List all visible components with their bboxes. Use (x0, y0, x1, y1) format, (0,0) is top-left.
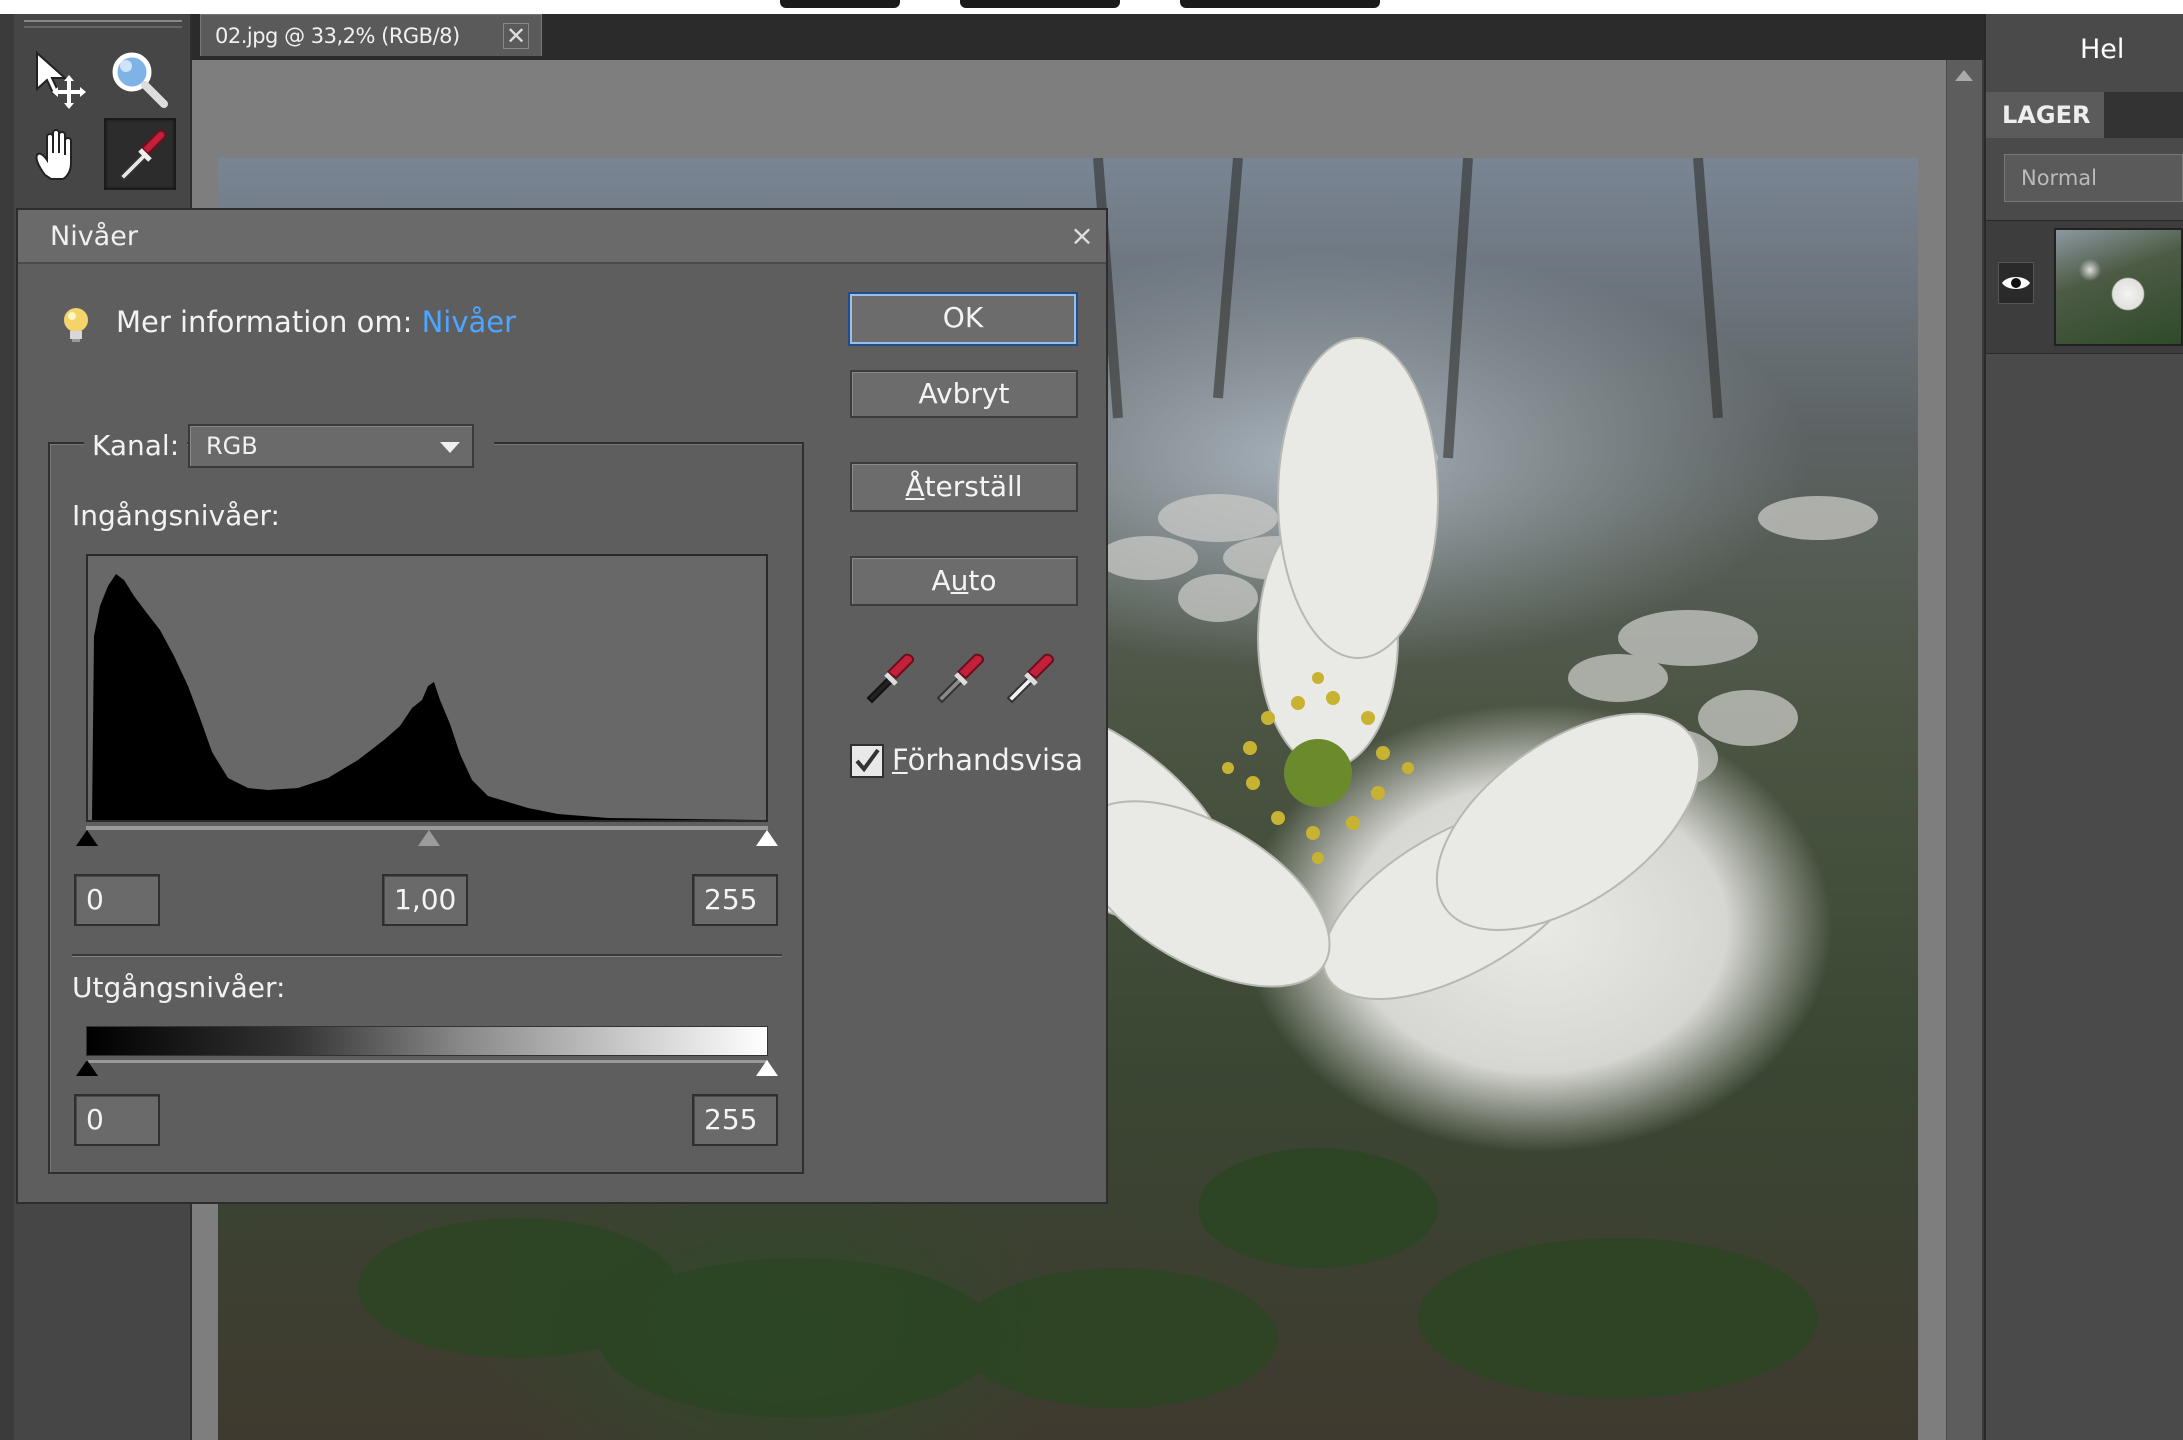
channel-label: Kanal: (84, 424, 188, 468)
cancel-button[interactable]: Avbryt (850, 370, 1078, 418)
histogram-graph (92, 574, 768, 820)
eyedropper-gray-icon (936, 653, 984, 704)
toolbox-grip[interactable] (24, 20, 182, 28)
auto-button[interactable]: Auto (850, 556, 1078, 606)
reset-mnemonic: Å (905, 470, 925, 503)
input-levels-label: Ingångsnivåer: (72, 499, 280, 532)
black-point-eyedropper[interactable] (860, 644, 920, 706)
output-white-slider[interactable] (756, 1060, 778, 1076)
eyedropper-white-icon (1006, 653, 1054, 704)
eyedropper-black-icon (866, 653, 914, 704)
info-prefix: Mer information om: (116, 305, 422, 339)
blend-mode-select[interactable]: Normal (2004, 154, 2183, 202)
output-black-slider[interactable] (76, 1060, 98, 1076)
preview-mnemonic: F (892, 743, 908, 777)
auto-mnemonic: u (950, 564, 969, 597)
auto-label-a: A (931, 564, 951, 597)
output-levels-label: Utgångsnivåer: (72, 971, 286, 1004)
document-tab[interactable]: 02.jpg @ 33,2% (RGB/8) ✕ (200, 14, 542, 56)
input-gamma-field[interactable]: 1,00 (382, 874, 468, 926)
panel-tab-strip (2104, 92, 2183, 138)
chevron-down-icon (440, 442, 460, 453)
channel-value: RGB (206, 432, 258, 460)
histogram (86, 554, 768, 822)
hand-tool[interactable] (24, 120, 94, 190)
hand-icon (35, 129, 72, 180)
zoom-icon (112, 52, 168, 108)
separator (72, 954, 782, 957)
checkmark-icon (855, 748, 880, 773)
close-tab-icon[interactable]: ✕ (503, 23, 529, 49)
white-point-eyedropper[interactable] (1000, 644, 1060, 706)
input-white-slider[interactable] (756, 830, 778, 846)
eye-icon (2002, 277, 2030, 289)
preview-label[interactable]: Förhandsvisa (892, 738, 1083, 782)
help-link[interactable]: Nivåer (422, 305, 516, 339)
auto-label-b: to (968, 564, 997, 597)
ok-button[interactable]: OK (848, 292, 1078, 346)
preview-checkbox[interactable] (850, 744, 884, 778)
output-black-field[interactable]: 0 (74, 1094, 160, 1146)
lightbulb-icon (58, 304, 94, 346)
channel-select[interactable]: RGB (188, 424, 474, 468)
eyedropper-tool[interactable] (104, 118, 176, 190)
scroll-up-icon[interactable] (1955, 70, 1973, 81)
reset-label: terställ (924, 470, 1023, 503)
eyedropper-icon (118, 129, 167, 182)
layer-thumbnail (2054, 228, 2183, 346)
vertical-scrollbar[interactable] (1946, 60, 1982, 1440)
input-black-field[interactable]: 0 (74, 874, 160, 926)
move-tool[interactable] (24, 44, 94, 114)
dialog-title[interactable]: Nivåer (18, 210, 1106, 264)
output-white-field[interactable]: 255 (692, 1094, 778, 1146)
group-border-gap (474, 434, 494, 450)
panel-title[interactable]: Hel (1984, 20, 2183, 80)
input-gamma-slider[interactable] (418, 830, 440, 846)
dialog-close-icon[interactable]: × (1066, 218, 1098, 254)
layer-visibility-toggle[interactable] (1998, 262, 2034, 304)
preview-label-text: örhandsvisa (907, 743, 1083, 777)
document-tab-label: 02.jpg @ 33,2% (RGB/8) (215, 23, 460, 48)
input-white-field[interactable]: 255 (692, 874, 778, 926)
info-line: Mer information om: Nivåer (116, 300, 516, 344)
output-slider-track[interactable] (86, 1060, 768, 1063)
tab-layers[interactable]: LAGER (1986, 92, 2104, 138)
reset-button[interactable]: Återställ (850, 462, 1078, 512)
input-black-slider[interactable] (76, 830, 98, 846)
output-gradient (86, 1026, 768, 1056)
gray-point-eyedropper[interactable] (930, 644, 990, 706)
zoom-tool[interactable] (104, 44, 174, 114)
move-tool-icon (36, 50, 86, 109)
top-strip (0, 0, 2183, 14)
